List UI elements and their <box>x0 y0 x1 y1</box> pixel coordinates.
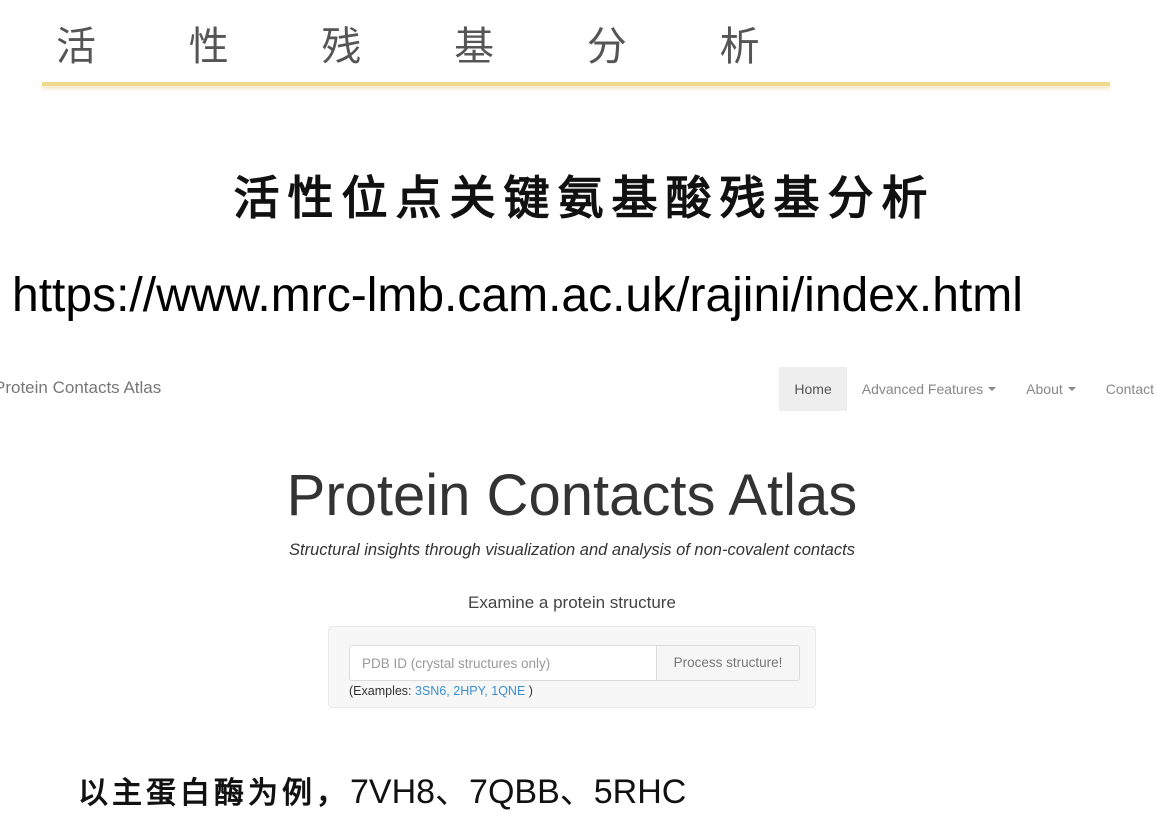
website-url: https://www.mrc-lmb.cam.ac.uk/rajini/ind… <box>12 269 1023 322</box>
example-link-3sn6[interactable]: 3SN6, <box>415 684 450 698</box>
caret-down-icon <box>1067 387 1076 391</box>
process-structure-button[interactable]: Process structure! <box>656 645 800 681</box>
site-brand[interactable]: Protein Contacts Atlas <box>0 378 161 398</box>
nav-about-label: About <box>1026 381 1063 397</box>
nav-about[interactable]: About <box>1011 367 1091 411</box>
slide-subtitle: 活性位点关键氨基酸残基分析 <box>233 171 936 225</box>
hero-title: Protein Contacts Atlas <box>286 463 858 528</box>
nav-home[interactable]: Home <box>779 367 847 411</box>
nav-contact[interactable]: Contact <box>1091 367 1169 411</box>
examples-suffix: ) <box>528 684 533 698</box>
examine-label: Examine a protein structure <box>468 593 676 612</box>
title-divider <box>42 82 1110 86</box>
nav-advanced-features[interactable]: Advanced Features <box>847 367 1011 411</box>
caret-down-icon <box>988 387 997 391</box>
nav-advanced-label: Advanced Features <box>861 381 984 397</box>
footer-note-cn: 以主蛋白酶为例， <box>78 776 350 811</box>
nav-contact-label: Contact <box>1105 381 1154 397</box>
hero-subtitle: Structural insights through visualizatio… <box>289 541 855 559</box>
example-link-2hpy[interactable]: 2HPY, <box>453 684 488 698</box>
footer-note: 以主蛋白酶为例，7VH8、7QBB、5RHC <box>78 764 686 813</box>
structure-form: Process structure! (Examples: 3SN6, 2HPY… <box>328 626 816 708</box>
examples-prefix: (Examples: <box>349 684 412 698</box>
site-navbar: Home Advanced Features About Contact <box>779 367 1169 411</box>
example-link-1qne[interactable]: 1QNE <box>491 684 525 698</box>
footer-note-codes: 7VH8、7QBB、5RHC <box>350 773 687 811</box>
slide-title: 活 性 残 基 分 析 <box>56 24 800 70</box>
examples-line: (Examples: 3SN6, 2HPY, 1QNE ) <box>349 684 533 698</box>
pdb-id-input[interactable] <box>349 645 657 681</box>
nav-home-label: Home <box>794 381 832 397</box>
